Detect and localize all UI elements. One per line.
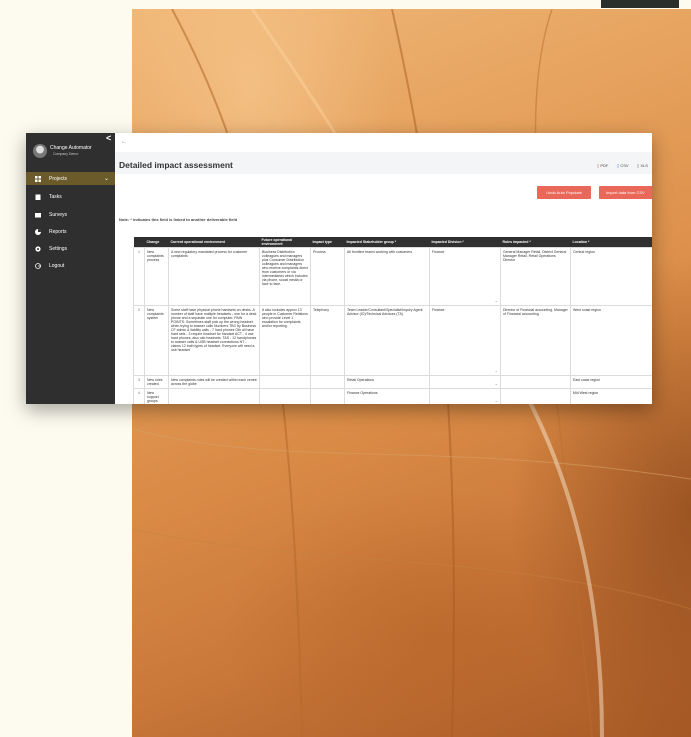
export-xls-label: XLS	[640, 163, 648, 168]
table-row[interactable]: 3 New roles created New complaints roles…	[133, 375, 652, 389]
col-location: Location *	[570, 237, 652, 248]
cell-location[interactable]: East coast region	[570, 375, 652, 389]
cell-change[interactable]: New roles created	[144, 375, 169, 389]
export-pdf-label: PDF	[600, 163, 609, 168]
col-current-env: Current operational environment	[168, 237, 260, 248]
company-name: Company Demo	[53, 152, 79, 156]
export-csv-button[interactable]: ▯ CSV	[617, 163, 629, 168]
export-xls-button[interactable]: ▯ XLS	[637, 163, 648, 168]
sidebar-item-logout[interactable]: Logout	[26, 259, 115, 272]
cell-stakeholder-group[interactable]: All frontline teams working with custome…	[344, 247, 430, 306]
cell-future-env[interactable]: Business Distribution colleagues and man…	[259, 247, 311, 306]
dark-tab	[601, 0, 679, 8]
cell-future-env[interactable]	[259, 375, 311, 389]
cell-location[interactable]: West coast region	[570, 305, 652, 376]
logout-icon	[35, 262, 41, 269]
sidebar-item-label: Logout	[49, 262, 65, 269]
cell-impact-type[interactable]	[310, 388, 345, 404]
note-text: Note: * indicates this field is linked t…	[119, 217, 238, 222]
cell-index: 3	[133, 375, 145, 389]
chevron-left-icon[interactable]: <	[106, 133, 111, 143]
cell-current-env[interactable]: A new regulatory mandated process for cu…	[168, 247, 260, 306]
page-title: Detailed impact assessment	[119, 160, 233, 170]
table-row[interactable]: 1 New complaints process A new regulator…	[133, 247, 652, 306]
col-change: Change	[144, 237, 169, 248]
cell-impact-type[interactable]: Process	[310, 247, 345, 306]
cell-location[interactable]: Central region	[570, 247, 652, 306]
cell-current-env[interactable]: New complaints roles will be created wit…	[168, 375, 260, 389]
sidebar-item-label: Surveys	[49, 211, 68, 218]
cell-roles[interactable]	[500, 388, 571, 404]
sidebar-item-reports[interactable]: Reports	[26, 225, 115, 238]
pdf-file-icon: ▯	[597, 163, 600, 168]
cell-impact-type[interactable]: Telephony	[310, 305, 345, 376]
chevron-down-icon: ⌄	[103, 176, 109, 182]
cell-future-env[interactable]	[259, 388, 311, 404]
sidebar-item-tasks[interactable]: Tasks	[26, 190, 115, 203]
sidebar-item-surveys[interactable]: Surveys	[26, 208, 115, 221]
col-division: Impacted Division *	[429, 237, 501, 248]
sidebar-item-label: Projects	[49, 175, 68, 182]
main-content: ← Detailed impact assessment ▯ PDF ▯ CSV…	[115, 133, 652, 404]
cell-roles[interactable]	[500, 375, 571, 389]
cell-division-select[interactable]	[429, 388, 501, 404]
cell-current-env[interactable]: Some staff have physical phone handsets …	[168, 305, 260, 376]
col-stakeholder-group: Impacted Stakeholder group *	[344, 237, 430, 248]
undo-auto-populate-button[interactable]: Undo Auto Populate	[537, 186, 591, 199]
cell-current-env[interactable]	[168, 388, 260, 404]
impact-table: Change Current operational environment F…	[133, 237, 652, 404]
table-row[interactable]: 2 New complaints system Some staff have …	[133, 305, 652, 376]
import-csv-button[interactable]: Import data from CSV	[599, 186, 652, 199]
sidebar-item-label: Settings	[49, 245, 68, 252]
gear-icon	[35, 245, 41, 252]
cell-index: 4	[133, 388, 145, 404]
cell-division-select[interactable]	[429, 375, 501, 389]
col-impact-type: Impact type	[310, 237, 345, 248]
export-pdf-button[interactable]: ▯ PDF	[597, 163, 608, 168]
sidebar: < Change Automator Company Demo Projects…	[26, 133, 115, 404]
avatar	[33, 144, 47, 158]
cell-roles[interactable]: Director of Financial accounting, Manage…	[500, 305, 571, 376]
col-index	[133, 237, 145, 248]
cell-roles[interactable]: General Manager Retail, District General…	[500, 247, 571, 306]
cell-stakeholder-group[interactable]: Finance Operations	[344, 388, 430, 404]
cell-division-select[interactable]: Finance	[429, 305, 501, 376]
app-window: < Change Automator Company Demo Projects…	[26, 133, 652, 404]
table-header-row: Change Current operational environment F…	[133, 237, 652, 248]
cell-change[interactable]: New complaints process	[144, 247, 169, 306]
sidebar-item-label: Tasks	[49, 193, 62, 200]
export-csv-label: CSV	[620, 163, 629, 168]
grid-icon	[35, 175, 41, 182]
pie-chart-icon	[35, 228, 41, 235]
survey-icon	[35, 212, 41, 217]
sidebar-item-settings[interactable]: Settings	[26, 242, 115, 255]
col-roles: Roles impacted *	[500, 237, 571, 248]
cell-index: 1	[133, 247, 145, 306]
sidebar-item-label: Reports	[49, 228, 67, 235]
cell-division-select[interactable]: Finance	[429, 247, 501, 306]
xls-file-icon: ▯	[637, 163, 640, 168]
cell-future-env[interactable]: It also includes approx 13 people in Cus…	[259, 305, 311, 376]
csv-file-icon: ▯	[617, 163, 620, 168]
brand-name: Change Automator	[50, 145, 92, 151]
cell-location[interactable]: Mid West region	[570, 388, 652, 404]
clipboard-icon	[35, 194, 41, 200]
sidebar-item-projects[interactable]: Projects ⌄	[26, 172, 115, 185]
cell-index: 2	[133, 305, 145, 376]
cell-stakeholder-group[interactable]: Retail Operations	[344, 375, 430, 389]
cell-change[interactable]: New complaints system	[144, 305, 169, 376]
cell-stakeholder-group[interactable]: Team Leader/Consultant/Specialist/Inquir…	[344, 305, 430, 376]
col-future-env: Future operational environment	[259, 237, 311, 248]
table-row[interactable]: 4 New support groups Finance Operations …	[133, 388, 652, 404]
cell-change[interactable]: New support groups	[144, 388, 169, 404]
back-arrow-icon[interactable]: ←	[121, 139, 127, 145]
cell-impact-type[interactable]	[310, 375, 345, 389]
